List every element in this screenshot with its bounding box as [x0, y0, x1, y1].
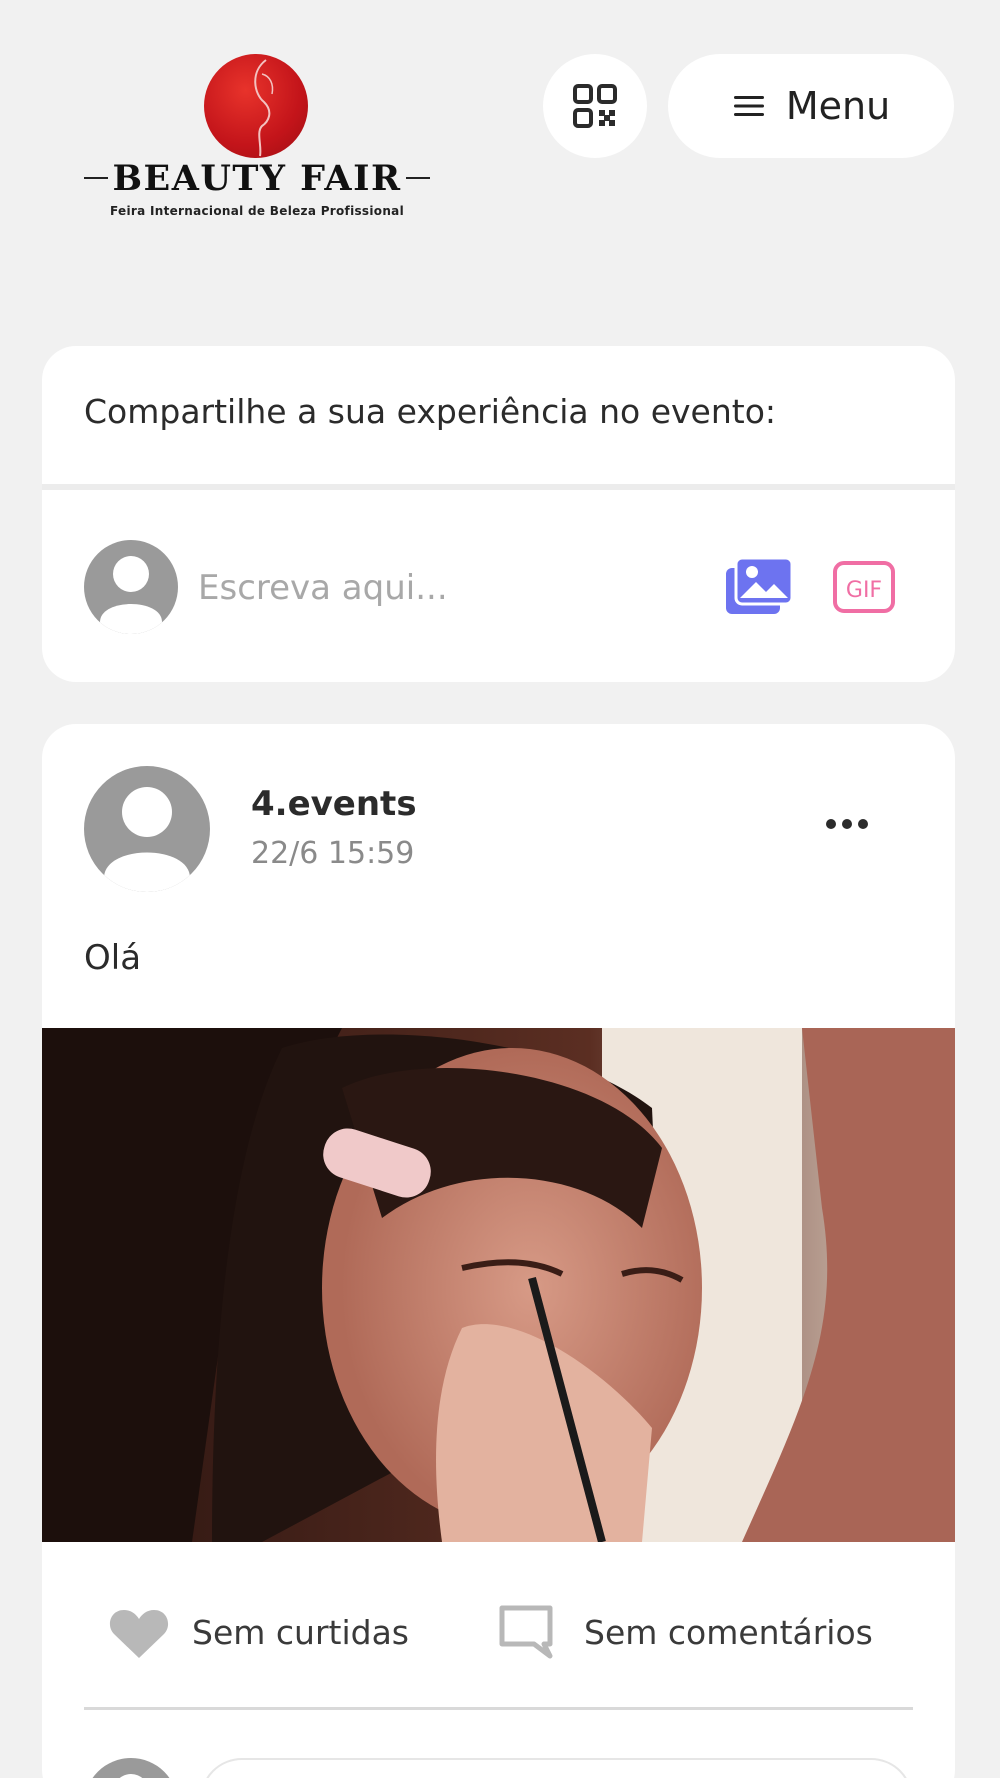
- menu-button[interactable]: Menu: [668, 54, 954, 158]
- likes-count-label: Sem curtidas: [192, 1612, 409, 1652]
- add-gif-button[interactable]: GIF: [832, 560, 896, 614]
- like-button[interactable]: Sem curtidas: [108, 1602, 409, 1662]
- qr-code-button[interactable]: [543, 54, 647, 158]
- qr-code-icon: [573, 84, 617, 128]
- comment-button[interactable]: Sem comentários: [498, 1602, 873, 1662]
- divider: [42, 484, 955, 490]
- commenter-avatar: [84, 1758, 178, 1778]
- beauty-fair-logo[interactable]: BEAUTY FAIR Feira Internacional de Belez…: [84, 54, 431, 222]
- add-image-button[interactable]: [724, 554, 794, 620]
- post-card: 4.events 22/6 15:59 Olá Sem curtidas Sem…: [42, 724, 955, 1778]
- post-composer-input[interactable]: [198, 560, 698, 616]
- post-media-image[interactable]: [42, 1028, 955, 1542]
- post-timestamp: 22/6 15:59: [251, 836, 415, 871]
- logo-subtitle: Feira Internacional de Beleza Profission…: [110, 204, 404, 218]
- user-silhouette-icon: [100, 556, 162, 634]
- image-gallery-icon: [726, 556, 794, 614]
- more-dot-icon: [842, 819, 852, 829]
- user-silhouette-icon: [104, 787, 190, 892]
- divider: [84, 1707, 913, 1710]
- more-dot-icon: [858, 819, 868, 829]
- post-text: Olá: [84, 938, 142, 978]
- logo-brand-text: BEAUTY FAIR: [112, 157, 402, 199]
- more-dot-icon: [826, 819, 836, 829]
- user-silhouette-icon: [119, 1774, 143, 1778]
- comment-input[interactable]: [200, 1758, 913, 1778]
- comment-bubble-icon: [499, 1605, 553, 1659]
- heart-icon: [109, 1610, 169, 1658]
- hamburger-icon: [733, 96, 764, 116]
- share-title: Compartilhe a sua experiência no evento:: [84, 392, 777, 431]
- post-options-button[interactable]: [812, 804, 882, 844]
- post-author-avatar[interactable]: [84, 766, 210, 892]
- svg-text:GIF: GIF: [846, 578, 882, 603]
- comments-count-label: Sem comentários: [584, 1612, 873, 1652]
- logo-emblem: [204, 54, 308, 158]
- user-avatar: [84, 540, 178, 634]
- post-author-name[interactable]: 4.events: [251, 784, 417, 824]
- gif-icon: GIF: [833, 561, 895, 613]
- menu-label: Menu: [785, 84, 891, 128]
- share-experience-card: Compartilhe a sua experiência no evento:…: [42, 346, 955, 682]
